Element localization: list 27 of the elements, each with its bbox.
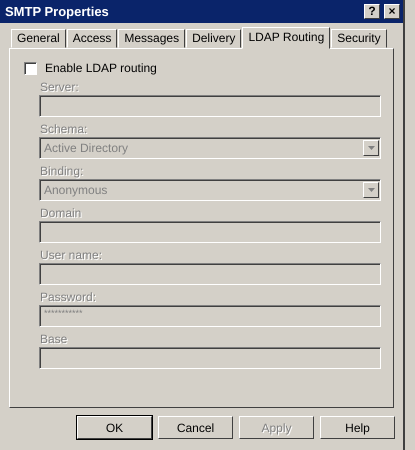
window-title: SMTP Properties [5, 4, 109, 19]
field-label: User name: [40, 248, 104, 262]
close-button[interactable]: × [384, 4, 400, 19]
dropdown-arrow-icon [368, 146, 374, 150]
dialog-button[interactable]: Help [320, 416, 395, 439]
tab[interactable]: Messages [118, 29, 186, 48]
field-label: Password: [40, 290, 98, 304]
tab[interactable]: General [11, 29, 66, 48]
field-label: Domain [40, 206, 82, 220]
help-button[interactable]: ? [364, 4, 380, 19]
input-field[interactable] [39, 221, 381, 243]
tab[interactable]: LDAP Routing [242, 27, 330, 49]
field-label: Binding: [40, 164, 84, 178]
dialog-button[interactable]: OK [77, 416, 152, 439]
checkbox[interactable] [24, 62, 37, 74]
input-field[interactable] [39, 95, 381, 117]
dropdown-arrow-icon [368, 188, 374, 192]
input-field[interactable] [39, 263, 381, 285]
field-label: Schema: [40, 122, 88, 136]
checkbox-label: Enable LDAP routing [45, 61, 157, 75]
dialog-button[interactable]: Cancel [158, 416, 233, 439]
tab[interactable]: Security [331, 29, 387, 48]
tab[interactable]: Access [66, 29, 118, 48]
field-label: Server: [40, 80, 80, 94]
input-field[interactable] [39, 347, 381, 369]
field-label: Base [40, 332, 68, 346]
tab[interactable]: Delivery [186, 29, 242, 48]
